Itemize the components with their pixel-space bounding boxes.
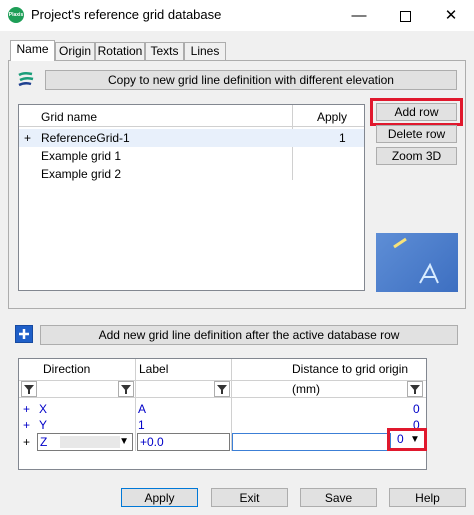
tab-lines[interactable]: Lines — [184, 42, 226, 61]
grid-name-cell[interactable]: ReferenceGrid-1 — [41, 129, 130, 147]
tab-rotation[interactable]: Rotation — [95, 42, 145, 61]
exit-button[interactable]: Exit — [211, 488, 288, 507]
table-row[interactable]: + ReferenceGrid-1 1 — [19, 129, 364, 147]
delete-row-button[interactable]: Delete row — [376, 125, 457, 143]
add-grid-line-button[interactable]: Add new grid line definition after the a… — [40, 325, 458, 345]
zoom-3d-button[interactable]: Zoom 3D — [376, 147, 457, 165]
grid-name-cell[interactable]: Example grid 2 — [41, 165, 121, 183]
3d-preview-icon — [376, 233, 458, 292]
distance-dropdown[interactable]: 0 ▼ — [392, 432, 423, 447]
table-row[interactable]: + Z ▼ +0.0 — [19, 433, 426, 451]
copy-grid-button[interactable]: Copy to new grid line definition with di… — [45, 70, 457, 90]
maximize-button[interactable] — [382, 0, 428, 31]
save-button[interactable]: Save — [300, 488, 377, 507]
tab-name[interactable]: Name — [10, 40, 55, 61]
label-cell[interactable]: 1 — [138, 416, 145, 434]
chevron-down-icon: ▼ — [119, 436, 129, 447]
filter-icon[interactable] — [407, 381, 423, 397]
column-header-direction: Direction — [43, 362, 91, 376]
chevron-down-icon: ▼ — [410, 434, 420, 445]
label-input[interactable]: +0.0 — [137, 433, 230, 451]
add-row-button[interactable]: Add row — [376, 103, 457, 121]
tab-origin[interactable]: Origin — [55, 42, 95, 61]
grid-name-cell[interactable]: Example grid 1 — [41, 147, 121, 165]
tab-texts[interactable]: Texts — [145, 42, 184, 61]
direction-cell[interactable]: Y — [39, 416, 47, 434]
filter-icon[interactable] — [21, 381, 37, 397]
column-header-apply: Apply — [317, 110, 348, 124]
filter-icon[interactable] — [118, 381, 134, 397]
distance-input[interactable] — [232, 433, 391, 451]
direction-dropdown[interactable]: Z ▼ — [37, 433, 133, 451]
column-header-distance: Distance to grid origin (mm) — [292, 362, 409, 396]
column-header-label: Label — [139, 362, 169, 376]
row-marker: + — [23, 435, 31, 449]
row-marker: + — [24, 131, 32, 145]
table-row[interactable]: Example grid 2 — [19, 165, 364, 183]
copy-grid-icon[interactable] — [16, 71, 36, 89]
apply-cell[interactable]: 1 — [339, 129, 346, 147]
apply-button[interactable]: Apply — [121, 488, 198, 507]
help-button[interactable]: Help — [389, 488, 466, 507]
grid-lines-table: Direction Label Distance to grid origin … — [18, 358, 427, 470]
column-header-grid-name: Grid name — [41, 110, 98, 124]
grid-table-header: Grid name Apply — [19, 108, 364, 126]
filter-icon[interactable] — [214, 381, 230, 397]
app-icon: Plaxis — [8, 7, 24, 23]
minimize-button[interactable]: — — [336, 0, 382, 31]
table-row[interactable]: Example grid 1 — [19, 147, 364, 165]
table-row[interactable]: + Y 1 0 — [19, 416, 426, 434]
window-title: Project's reference grid database — [31, 7, 222, 22]
grid-table: Grid name Apply + ReferenceGrid-1 1 Exam… — [18, 104, 365, 291]
plus-icon[interactable] — [15, 325, 33, 343]
close-button[interactable]: ✕ — [428, 0, 474, 31]
title-bar: Plaxis Project's reference grid database… — [0, 0, 474, 31]
row-marker: + — [23, 418, 31, 432]
maximize-icon — [399, 10, 411, 22]
